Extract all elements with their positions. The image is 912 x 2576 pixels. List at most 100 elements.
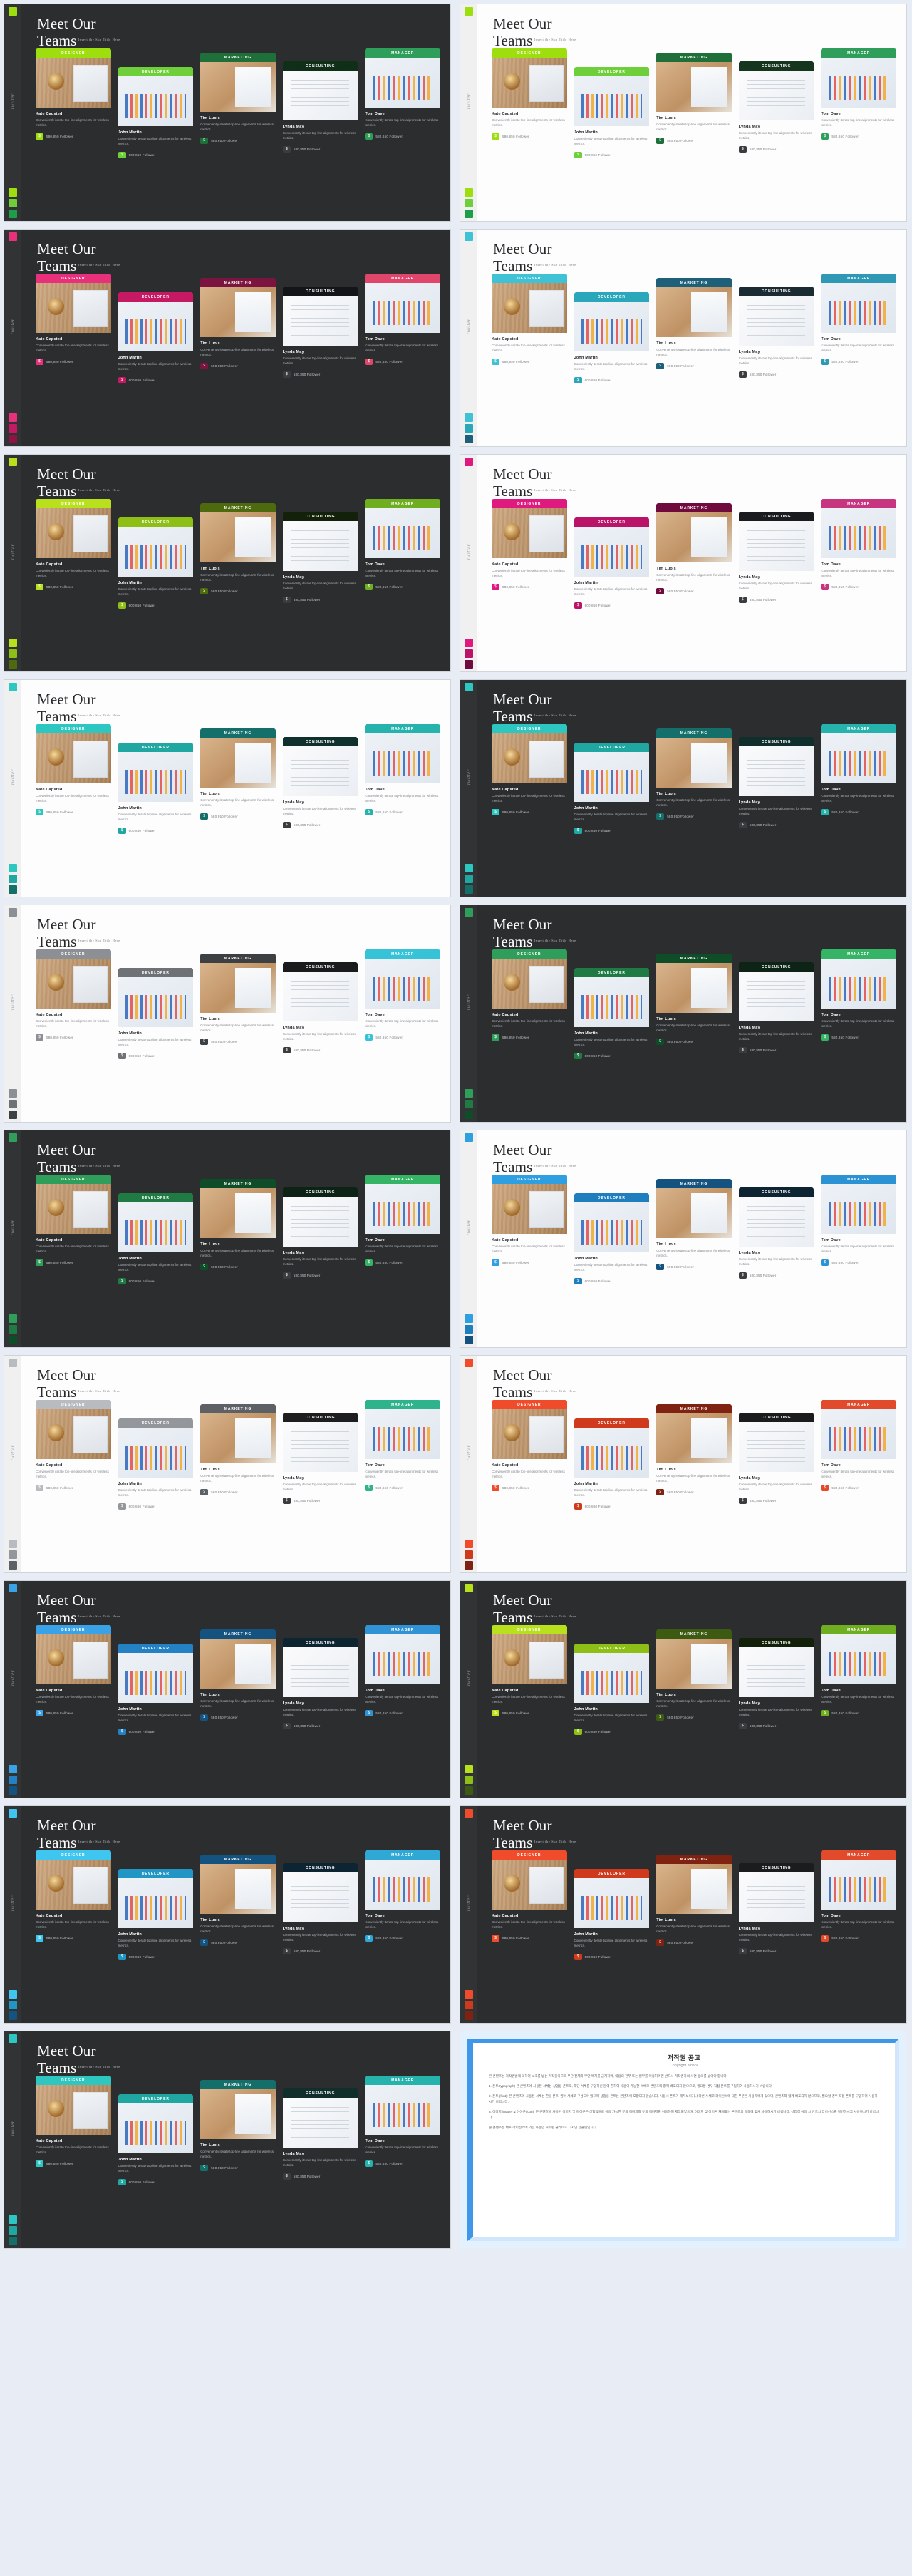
slide-canvas[interactable]: Twitter Meet Our Teams Insert the Sub Tit… [4,1581,450,1798]
slide-canvas[interactable]: Twitter Meet Our Teams Insert the Sub Tit… [4,230,450,446]
team-card[interactable]: MANAGER Tom Dave Conveniently iterate to… [821,724,896,890]
slide-canvas[interactable]: Twitter Meet Our Teams Insert the Sub Tit… [460,455,906,671]
rail-color-chip[interactable] [9,232,17,241]
team-card[interactable]: MANAGER Tom Dave Conveniently iterate to… [365,1175,440,1340]
rail-color-chip[interactable] [9,1133,17,1142]
team-card[interactable]: DEVELOPER John Martin Conveniently itera… [118,274,194,439]
rail-color-chip[interactable] [465,188,473,197]
team-card[interactable]: DEVELOPER John Martin Conveniently itera… [118,1625,194,1791]
slide-thumbnail[interactable]: Twitter Meet Our Teams Insert the Sub Tit… [0,1802,456,2027]
team-card[interactable]: DEVELOPER John Martin Conveniently itera… [118,1175,194,1340]
team-card[interactable]: DEVELOPER John Martin Conveniently itera… [118,2076,194,2241]
team-card[interactable]: MANAGER Tom Dave Conveniently iterate to… [365,1850,440,2016]
team-card[interactable]: MARKETING Tim Luois Conveniently iterate… [656,949,732,1115]
rail-color-chip[interactable] [465,660,473,669]
team-card[interactable]: MARKETING Tim Luois Conveniently iterate… [200,48,276,214]
rail-color-chip[interactable] [9,908,17,917]
rail-color-chip[interactable] [9,875,17,883]
team-card[interactable]: MARKETING Tim Luois Conveniently iterate… [656,499,732,664]
team-card[interactable]: DESIGNER Kate Capsted Conveniently itera… [36,1175,111,1340]
rail-color-chip[interactable] [9,458,17,466]
rail-color-chip[interactable] [465,1809,473,1818]
rail-color-chip[interactable] [465,864,473,872]
rail-color-chip[interactable] [9,660,17,669]
rail-color-chip[interactable] [465,1336,473,1344]
team-card[interactable]: MARKETING Tim Luois Conveniently iterate… [200,724,276,890]
team-card[interactable]: MARKETING Tim Luois Conveniently iterate… [200,2076,276,2241]
team-card[interactable]: DESIGNER Kate Capsted Conveniently itera… [36,499,111,664]
team-card[interactable]: DEVELOPER John Martin Conveniently itera… [118,48,194,214]
team-card[interactable]: DEVELOPER John Martin Conveniently itera… [574,724,650,890]
slide-canvas[interactable]: Twitter Meet Our Teams Insert the Sub Tit… [460,1581,906,1798]
rail-color-chip[interactable] [9,649,17,658]
rail-color-chip[interactable] [465,1089,473,1098]
rail-color-chip[interactable] [9,435,17,443]
slide-thumbnail[interactable]: Twitter Meet Our Teams Insert the Sub Tit… [456,450,912,676]
slide-thumbnail[interactable]: Twitter Meet Our Teams Insert the Sub Tit… [456,1577,912,1802]
slide-canvas[interactable]: Twitter Meet Our Teams Insert the Sub Tit… [4,4,450,221]
team-card[interactable]: CONSULTING Lynda May Conveniently iterat… [738,499,814,664]
slide-canvas[interactable]: Twitter Meet Our Teams Insert the Sub Tit… [460,230,906,446]
team-card[interactable]: MARKETING Tim Luois Conveniently iterate… [200,499,276,664]
slide-thumbnail[interactable]: Twitter Meet Our Teams Insert the Sub Tit… [456,1802,912,2027]
team-card[interactable]: CONSULTING Lynda May Conveniently iterat… [738,1625,814,1791]
team-card[interactable]: DEVELOPER John Martin Conveniently itera… [118,1400,194,1565]
team-card[interactable]: MANAGER Tom Dave Conveniently iterate to… [821,48,896,214]
team-card[interactable]: MANAGER Tom Dave Conveniently iterate to… [365,724,440,890]
team-card[interactable]: MANAGER Tom Dave Conveniently iterate to… [365,1625,440,1791]
team-card[interactable]: DESIGNER Kate Capsted Conveniently itera… [36,949,111,1115]
team-card[interactable]: MANAGER Tom Dave Conveniently iterate to… [365,499,440,664]
rail-color-chip[interactable] [465,1111,473,1119]
team-card[interactable]: DESIGNER Kate Capsted Conveniently itera… [492,724,567,890]
rail-color-chip[interactable] [9,1786,17,1795]
rail-color-chip[interactable] [9,2011,17,2020]
team-card[interactable]: DEVELOPER John Martin Conveniently itera… [574,1625,650,1791]
rail-color-chip[interactable] [465,7,473,16]
team-card[interactable]: MARKETING Tim Luois Conveniently iterate… [200,1625,276,1791]
team-card[interactable]: MANAGER Tom Dave Conveniently iterate to… [821,1400,896,1565]
team-card[interactable]: MARKETING Tim Luois Conveniently iterate… [200,1175,276,1340]
team-card[interactable]: CONSULTING Lynda May Conveniently iterat… [282,724,358,890]
team-card[interactable]: MARKETING Tim Luois Conveniently iterate… [200,1400,276,1565]
team-card[interactable]: MANAGER Tom Dave Conveniently iterate to… [365,48,440,214]
rail-color-chip[interactable] [465,1359,473,1367]
team-card[interactable]: DESIGNER Kate Capsted Conveniently itera… [36,1850,111,2016]
slide-canvas[interactable]: Twitter Meet Our Teams Insert the Sub Tit… [460,680,906,897]
slide-thumbnail[interactable]: Twitter Meet Our Teams Insert the Sub Tit… [0,901,456,1126]
team-card[interactable]: CONSULTING Lynda May Conveniently iterat… [738,949,814,1115]
team-card[interactable]: DESIGNER Kate Capsted Conveniently itera… [36,724,111,890]
rail-color-chip[interactable] [465,1540,473,1548]
slide-thumbnail[interactable]: Twitter Meet Our Teams Insert the Sub Tit… [0,0,456,225]
team-card[interactable]: CONSULTING Lynda May Conveniently iterat… [738,48,814,214]
team-card[interactable]: MANAGER Tom Dave Conveniently iterate to… [365,274,440,439]
slide-canvas[interactable]: Twitter Meet Our Teams Insert the Sub Tit… [460,4,906,221]
rail-color-chip[interactable] [465,1584,473,1592]
slide-canvas[interactable]: Twitter Meet Our Teams Insert the Sub Tit… [460,1356,906,1572]
rail-color-chip[interactable] [465,1133,473,1142]
slide-thumbnail[interactable]: Twitter Meet Our Teams Insert the Sub Tit… [456,1351,912,1577]
team-card[interactable]: DEVELOPER John Martin Conveniently itera… [118,724,194,890]
slide-canvas[interactable]: Twitter Meet Our Teams Insert the Sub Tit… [4,2031,450,2248]
slide-thumbnail[interactable]: Twitter Meet Our Teams Insert the Sub Tit… [0,1351,456,1577]
rail-color-chip[interactable] [465,199,473,207]
rail-color-chip[interactable] [9,1540,17,1548]
team-card[interactable]: MANAGER Tom Dave Conveniently iterate to… [821,1850,896,2016]
slide-thumbnail[interactable]: Twitter Meet Our Teams Insert the Sub Tit… [456,225,912,450]
team-card[interactable]: MANAGER Tom Dave Conveniently iterate to… [821,1625,896,1791]
rail-color-chip[interactable] [465,1776,473,1784]
team-card[interactable]: MARKETING Tim Luois Conveniently iterate… [200,1850,276,2016]
rail-color-chip[interactable] [9,885,17,894]
rail-color-chip[interactable] [465,458,473,466]
slide-thumbnail[interactable]: Twitter Meet Our Teams Insert the Sub Tit… [0,676,456,901]
team-card[interactable]: MARKETING Tim Luois Conveniently iterate… [200,274,276,439]
team-card[interactable]: CONSULTING Lynda May Conveniently iterat… [738,1850,814,2016]
team-card[interactable]: CONSULTING Lynda May Conveniently iterat… [282,1175,358,1340]
team-card[interactable]: MARKETING Tim Luois Conveniently iterate… [656,1850,732,2016]
team-card[interactable]: CONSULTING Lynda May Conveniently iterat… [738,1400,814,1565]
team-card[interactable]: DEVELOPER John Martin Conveniently itera… [574,274,650,439]
rail-color-chip[interactable] [9,2226,17,2235]
team-card[interactable]: DEVELOPER John Martin Conveniently itera… [118,1850,194,2016]
rail-color-chip[interactable] [9,1990,17,1999]
team-card[interactable]: MANAGER Tom Dave Conveniently iterate to… [821,1175,896,1340]
team-card[interactable]: DEVELOPER John Martin Conveniently itera… [574,48,650,214]
